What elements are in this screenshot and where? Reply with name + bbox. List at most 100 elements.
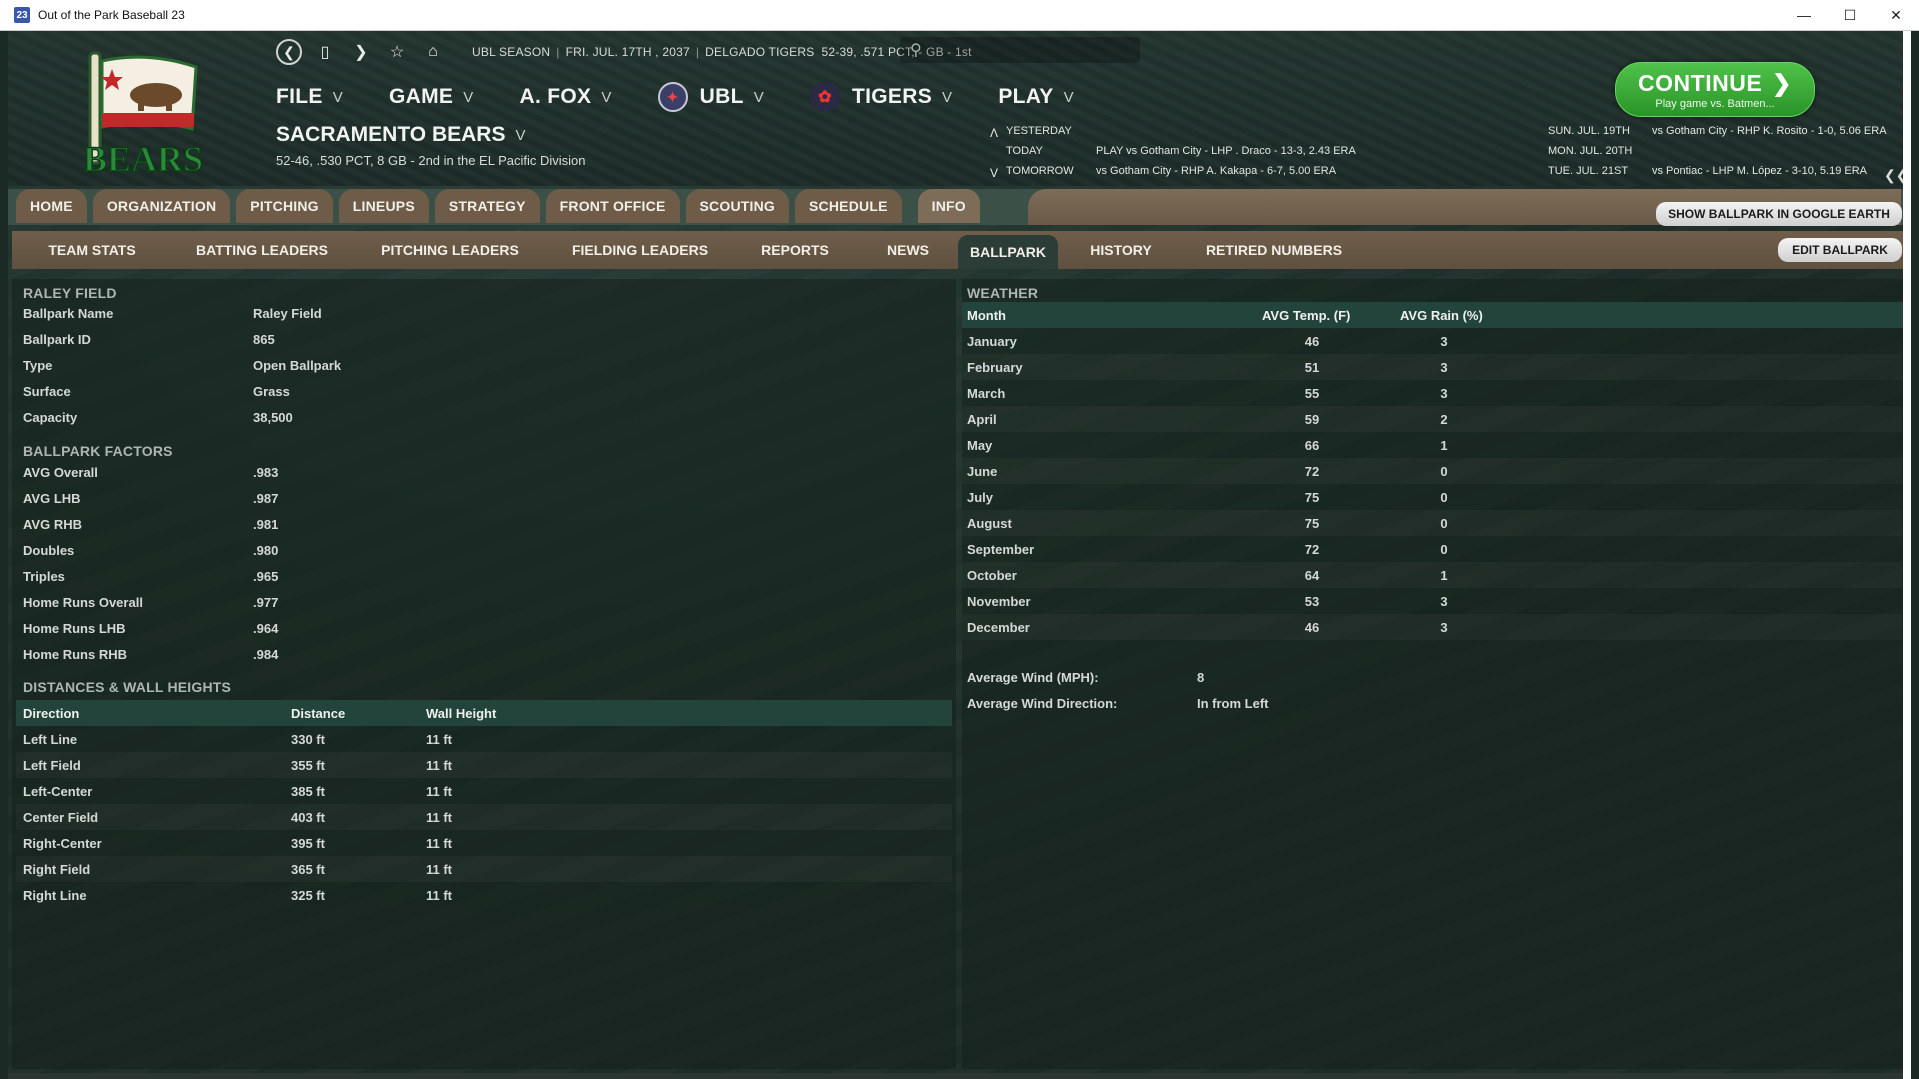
schedule-yesterday: YESTERDAY xyxy=(1006,123,1072,139)
rain-cell: 3 xyxy=(1440,333,1448,349)
menu-play-label: PLAY xyxy=(998,85,1054,108)
ballpark-info-row: Surface Grass xyxy=(23,379,943,403)
column-header[interactable]: Distance xyxy=(291,706,345,721)
main-menu: FILE V GAME V A. FOX V ✦ UBL V ✿ TIGERS V PLA… xyxy=(276,79,1120,115)
ballpark-info-value: Raley Field xyxy=(253,305,322,321)
chevron-down-icon: V xyxy=(1063,88,1074,106)
back-icon[interactable]: ❮ xyxy=(276,39,302,65)
menu-manager[interactable]: A. FOX V xyxy=(520,85,612,109)
direction-cell: Left Field xyxy=(23,757,81,773)
menu-league[interactable]: ✦ UBL V xyxy=(657,82,764,112)
tigers-logo-icon: ✿ xyxy=(810,82,841,112)
subtab-fielding-leaders[interactable]: FIELDING LEADERS xyxy=(548,231,732,269)
opponent-team[interactable]: DELGADO TIGERS xyxy=(705,45,814,59)
google-earth-button[interactable]: SHOW BALLPARK IN GOOGLE EARTH xyxy=(1656,202,1902,226)
subtab-batting-leaders[interactable]: BATTING LEADERS xyxy=(172,231,352,269)
svg-text:BEARS: BEARS xyxy=(83,139,203,179)
maximize-icon[interactable]: ☐ xyxy=(1827,0,1873,31)
schedule-today[interactable]: TODAY PLAY vs Gotham City - LHP . Draco … xyxy=(1006,143,1356,159)
factor-key: Doubles xyxy=(23,542,75,558)
table-row: Right Field 365 ft 11 ft xyxy=(16,856,952,882)
tab-home[interactable]: HOME xyxy=(16,189,87,223)
search-icon[interactable]: ⚲ xyxy=(910,40,922,60)
column-header[interactable]: Direction xyxy=(23,706,79,721)
column-header[interactable]: Wall Height xyxy=(426,706,496,721)
tab-info[interactable]: INFO xyxy=(917,189,980,223)
top-toolbar: ❮ ▯ ❯ ☆ ⌂ UBL SEASON | FRI. JUL. 17TH , 20… xyxy=(276,37,972,67)
factor-row: Home Runs Overall .977 xyxy=(23,590,943,614)
game-frame: BEARS ❮ ▯ ❯ ☆ ⌂ UBL SEASON | FRI. JUL. 17T… xyxy=(8,31,1911,1079)
subtab-news[interactable]: NEWS xyxy=(858,231,958,269)
subtab-history[interactable]: HISTORY xyxy=(1058,231,1184,269)
tab-organization[interactable]: ORGANIZATION xyxy=(92,189,231,223)
rain-cell: 1 xyxy=(1440,567,1448,583)
weather-section-title: WEATHER xyxy=(967,285,1039,301)
yesterday-label: YESTERDAY xyxy=(1006,125,1072,137)
continue-button[interactable]: CONTINUE ❯ Play game vs. Batmen... xyxy=(1615,62,1815,117)
subtab-team-stats[interactable]: TEAM STATS xyxy=(12,231,172,269)
weather-table-header: Month AVG Temp. (F) AVG Rain (%) xyxy=(962,302,1906,328)
menu-file[interactable]: FILE V xyxy=(276,85,343,109)
horizontal-scrollbar[interactable] xyxy=(8,1073,1911,1079)
chevron-up-icon[interactable]: Λ xyxy=(990,126,998,140)
column-header[interactable]: Month xyxy=(967,308,1006,323)
subtab-pitching-leaders[interactable]: PITCHING LEADERS xyxy=(352,231,548,269)
schedule-upcoming-row[interactable]: MON. JUL. 20TH xyxy=(1548,143,1652,159)
tomorrow-label: TOMORROW xyxy=(1006,165,1074,177)
subtab-ballpark[interactable]: BALLPARK xyxy=(958,235,1058,269)
schedule-tomorrow[interactable]: TOMORROW vs Gotham City - RHP A. Kakapa … xyxy=(1006,163,1336,179)
tab-front-office[interactable]: FRONT OFFICE xyxy=(545,189,680,223)
direction-cell: Left Line xyxy=(23,731,78,747)
vertical-scrollbar[interactable] xyxy=(1903,31,1911,1079)
tab-scouting[interactable]: SCOUTING xyxy=(685,189,789,223)
column-header[interactable]: AVG Rain (%) xyxy=(1400,308,1483,323)
ballpark-section-title: RALEY FIELD xyxy=(23,285,117,301)
upcoming-game: vs Pontiac - LHP M. López - 3-10, 5.19 E… xyxy=(1652,165,1868,177)
ballpark-info-key: Surface xyxy=(23,383,71,399)
direction-cell: Right Line xyxy=(23,887,87,903)
schedule-upcoming-row[interactable]: TUE. JUL. 21ST vs Pontiac - LHP M. López… xyxy=(1548,163,1867,179)
temp-cell: 66 xyxy=(1304,437,1320,453)
forward-icon[interactable]: ❯ xyxy=(348,39,374,65)
factors-section-title: BALLPARK FACTORS xyxy=(23,443,173,459)
ballpark-info-value: 38,500 xyxy=(253,409,293,425)
month-cell: July xyxy=(967,489,994,505)
factor-row: AVG LHB .987 xyxy=(23,486,943,510)
tab-pitching[interactable]: PITCHING xyxy=(236,189,333,223)
minimize-icon[interactable]: — xyxy=(1781,0,1827,31)
distance-cell: 325 ft xyxy=(291,887,325,903)
chevron-down-icon[interactable]: V xyxy=(990,166,998,180)
tab-lineups[interactable]: LINEUPS xyxy=(338,189,429,223)
upcoming-game: vs Gotham City - RHP K. Rosito - 1-0, 5.… xyxy=(1652,125,1887,137)
menu-game-label: GAME xyxy=(389,85,454,108)
menu-game[interactable]: GAME V xyxy=(389,85,474,109)
table-row: Left Field 355 ft 11 ft xyxy=(16,752,952,778)
tab-strategy[interactable]: STRATEGY xyxy=(434,189,540,223)
season-label: UBL SEASON xyxy=(472,45,551,59)
star-icon[interactable]: ☆ xyxy=(384,39,410,65)
search-input[interactable]: ⚲ xyxy=(900,37,1140,63)
menu-team[interactable]: ✿ TIGERS V xyxy=(810,82,952,112)
subtab-retired-numbers[interactable]: RETIRED NUMBERS xyxy=(1184,231,1364,269)
wind-direction-value: In from Left xyxy=(1197,695,1269,711)
menu-play[interactable]: PLAY V xyxy=(998,85,1074,109)
distances-table-header: Direction Distance Wall Height xyxy=(16,700,952,726)
month-cell: November xyxy=(967,593,1031,609)
close-icon[interactable]: ✕ xyxy=(1873,0,1919,31)
ballpark-info-key: Capacity xyxy=(23,409,78,425)
column-header[interactable]: AVG Temp. (F) xyxy=(1262,308,1350,323)
tab-schedule[interactable]: SCHEDULE xyxy=(795,189,902,223)
table-row: June 72 0 xyxy=(962,458,1906,484)
table-row: September 72 0 xyxy=(962,536,1906,562)
team-name-dropdown[interactable]: SACRAMENTO BEARS V xyxy=(276,123,586,147)
page-icon[interactable]: ▯ xyxy=(312,39,338,65)
home-icon[interactable]: ⌂ xyxy=(420,39,446,65)
schedule-upcoming-row[interactable]: SUN. JUL. 19TH vs Gotham City - RHP K. R… xyxy=(1548,123,1887,139)
factor-value: .964 xyxy=(253,620,279,636)
table-row: December 46 3 xyxy=(962,614,1906,640)
factor-key: Home Runs RHB xyxy=(23,646,128,662)
edit-ballpark-button[interactable]: EDIT BALLPARK xyxy=(1778,238,1902,262)
table-row: October 64 1 xyxy=(962,562,1906,588)
subtab-reports[interactable]: REPORTS xyxy=(732,231,858,269)
continue-label: CONTINUE xyxy=(1638,69,1763,96)
